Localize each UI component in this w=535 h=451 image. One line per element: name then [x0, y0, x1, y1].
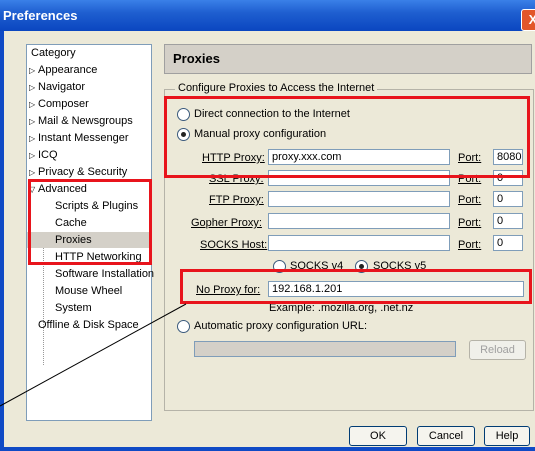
callout-line [0, 303, 187, 407]
